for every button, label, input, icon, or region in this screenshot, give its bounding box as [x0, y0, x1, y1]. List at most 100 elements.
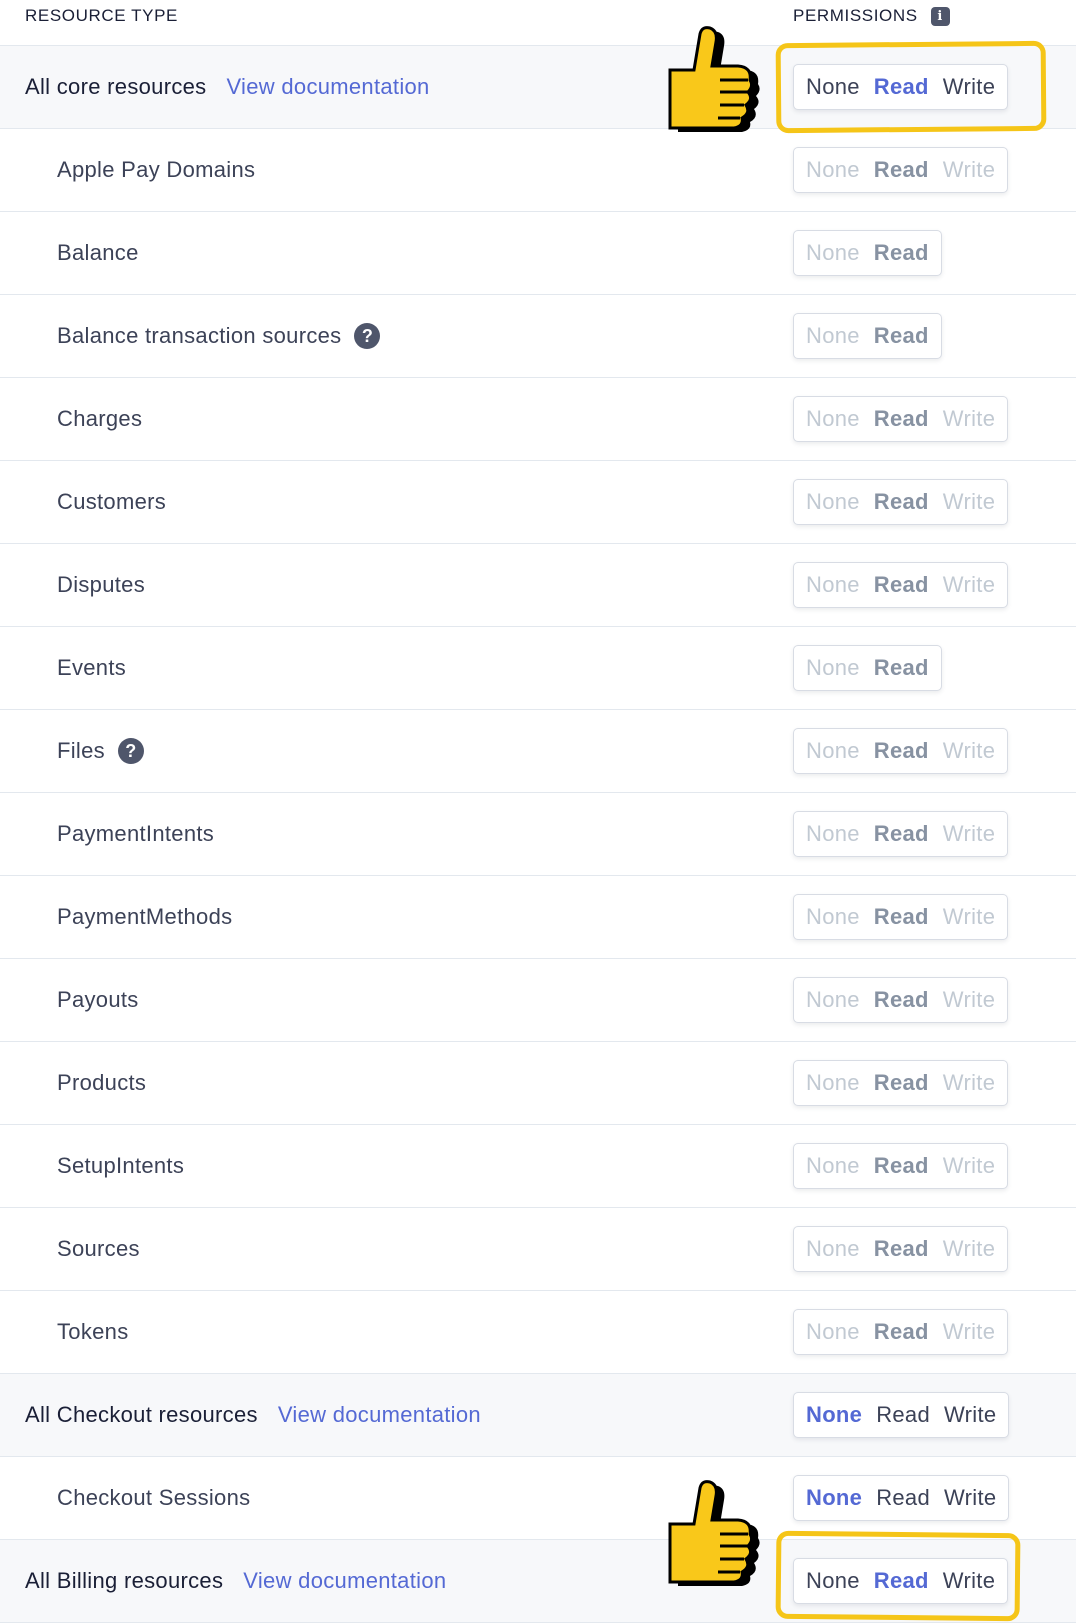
resource-label: PaymentIntents: [57, 821, 214, 847]
option-none[interactable]: None: [806, 821, 860, 847]
view-documentation-link[interactable]: View documentation: [278, 1402, 481, 1428]
option-none[interactable]: None: [806, 1153, 860, 1179]
resource-label: Disputes: [57, 572, 145, 598]
group-label: All Billing resources View documentation: [25, 1568, 446, 1594]
option-read[interactable]: Read: [874, 572, 929, 598]
permission-selector[interactable]: None Read Write: [793, 1392, 1010, 1438]
group-label: All Checkout resources View documentation: [25, 1402, 481, 1428]
option-read[interactable]: Read: [874, 489, 929, 515]
view-documentation-link[interactable]: View documentation: [226, 74, 429, 100]
permission-selector[interactable]: None Read Write: [793, 562, 1009, 608]
help-icon[interactable]: ?: [354, 323, 381, 349]
option-write[interactable]: Write: [943, 1319, 995, 1345]
option-write[interactable]: Write: [943, 738, 995, 764]
table-header: RESOURCE TYPE PERMISSIONS i: [0, 0, 1076, 46]
permission-selector[interactable]: None Read Write: [793, 1475, 1010, 1521]
option-write[interactable]: Write: [943, 1070, 995, 1096]
resource-row-files: Files? None Read Write: [0, 710, 1076, 793]
option-read[interactable]: Read: [874, 1236, 929, 1262]
resource-label: Products: [57, 1070, 146, 1096]
option-none[interactable]: None: [806, 987, 860, 1013]
permission-selector[interactable]: None Read Write: [793, 479, 1009, 525]
permission-selector[interactable]: None Read Write: [793, 811, 1009, 857]
option-write[interactable]: Write: [943, 904, 995, 930]
resource-name: Sources: [57, 1236, 140, 1261]
option-read[interactable]: Read: [874, 157, 929, 183]
resource-row-products: Products None Read Write: [0, 1042, 1076, 1125]
permission-selector[interactable]: None Read Write: [793, 728, 1009, 774]
resource-label: SetupIntents: [57, 1153, 184, 1179]
option-read[interactable]: Read: [876, 1485, 930, 1511]
option-read[interactable]: Read: [874, 1319, 929, 1345]
resource-name: Customers: [57, 489, 167, 514]
resource-row-charges: Charges None Read Write: [0, 378, 1076, 461]
permission-selector[interactable]: None Read: [793, 313, 942, 359]
option-read[interactable]: Read: [874, 406, 929, 432]
permissions-header: PERMISSIONS i: [793, 6, 950, 26]
highlight-box-billing: [775, 1530, 1021, 1622]
permission-selector[interactable]: None Read: [793, 230, 942, 276]
option-none[interactable]: None: [806, 323, 860, 349]
option-write[interactable]: Write: [943, 489, 995, 515]
option-read[interactable]: Read: [874, 904, 929, 930]
option-none[interactable]: None: [806, 904, 860, 930]
option-read[interactable]: Read: [874, 240, 929, 266]
option-write[interactable]: Write: [944, 1485, 996, 1511]
permission-selector[interactable]: None Read Write: [793, 977, 1009, 1023]
option-write[interactable]: Write: [943, 1153, 995, 1179]
permission-selector[interactable]: None Read Write: [793, 894, 1009, 940]
option-write[interactable]: Write: [943, 406, 995, 432]
option-none[interactable]: None: [806, 738, 860, 764]
option-write[interactable]: Write: [944, 1402, 996, 1428]
option-none[interactable]: None: [806, 572, 860, 598]
option-none[interactable]: None: [806, 1236, 860, 1262]
option-none[interactable]: None: [806, 1319, 860, 1345]
option-none[interactable]: None: [806, 655, 860, 681]
group-title: All core resources: [25, 74, 207, 99]
resource-name: Files: [57, 738, 105, 763]
help-icon[interactable]: ?: [117, 738, 144, 764]
option-write[interactable]: Write: [943, 821, 995, 847]
option-none[interactable]: None: [806, 157, 860, 183]
option-read[interactable]: Read: [874, 738, 929, 764]
option-read[interactable]: Read: [874, 1153, 929, 1179]
resource-name: PaymentMethods: [57, 904, 233, 929]
view-documentation-link[interactable]: View documentation: [243, 1568, 446, 1594]
resource-name: Balance transaction sources: [57, 323, 342, 348]
resource-name: Checkout Sessions: [57, 1485, 251, 1510]
option-none[interactable]: None: [806, 406, 860, 432]
option-read[interactable]: Read: [874, 987, 929, 1013]
option-none[interactable]: None: [806, 1485, 862, 1511]
option-none[interactable]: None: [806, 1402, 862, 1428]
resource-row-paymentmethods: PaymentMethods None Read Write: [0, 876, 1076, 959]
option-read[interactable]: Read: [874, 323, 929, 349]
resource-row-events: Events None Read: [0, 627, 1076, 710]
permission-selector[interactable]: None Read: [793, 645, 942, 691]
option-read[interactable]: Read: [876, 1402, 930, 1428]
option-write[interactable]: Write: [943, 987, 995, 1013]
resource-row-balance: Balance None Read: [0, 212, 1076, 295]
resource-name: Disputes: [57, 572, 145, 597]
option-read[interactable]: Read: [874, 821, 929, 847]
permission-selector[interactable]: None Read Write: [793, 1060, 1009, 1106]
option-none[interactable]: None: [806, 489, 860, 515]
option-none[interactable]: None: [806, 1070, 860, 1096]
resource-row-customers: Customers None Read Write: [0, 461, 1076, 544]
permission-selector[interactable]: None Read Write: [793, 1143, 1009, 1189]
resource-row-setupintents: SetupIntents None Read Write: [0, 1125, 1076, 1208]
resource-label: Checkout Sessions: [57, 1485, 250, 1511]
option-read[interactable]: Read: [874, 655, 929, 681]
option-read[interactable]: Read: [874, 1070, 929, 1096]
info-icon[interactable]: i: [930, 6, 950, 26]
permission-selector[interactable]: None Read Write: [793, 147, 1009, 193]
resource-row-sources: Sources None Read Write: [0, 1208, 1076, 1291]
option-none[interactable]: None: [806, 240, 860, 266]
thumbs-up-icon: [668, 1480, 760, 1586]
option-write[interactable]: Write: [943, 572, 995, 598]
permission-selector[interactable]: None Read Write: [793, 396, 1009, 442]
option-write[interactable]: Write: [943, 1236, 995, 1262]
option-write[interactable]: Write: [943, 157, 995, 183]
permission-selector[interactable]: None Read Write: [793, 1226, 1009, 1272]
resource-name: Balance: [57, 240, 139, 265]
permission-selector[interactable]: None Read Write: [793, 1309, 1009, 1355]
